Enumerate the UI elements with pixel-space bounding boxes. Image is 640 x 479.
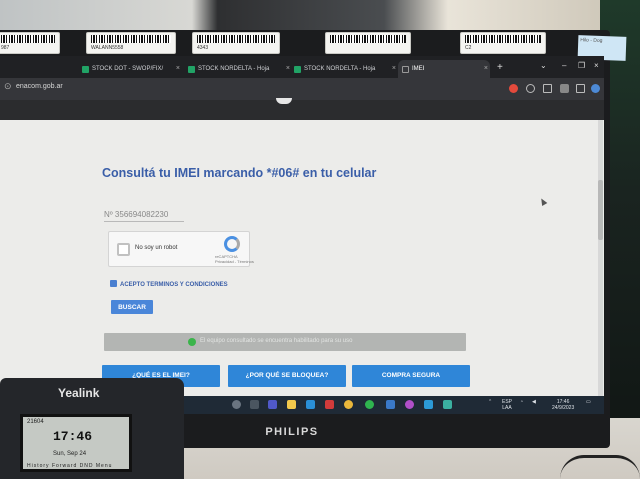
- barcode-sticker: 987: [0, 32, 60, 54]
- result-message: El equipo consultado se encuentra habili…: [200, 338, 353, 344]
- bookmark-icon[interactable]: [543, 84, 552, 93]
- imei-input[interactable]: [104, 208, 184, 222]
- mouse-cursor: [538, 196, 548, 207]
- tab-stock-nordelta-1[interactable]: STOCK NORDELTA - Hoja ×: [188, 60, 292, 78]
- browser-tab-strip: STOCK DOT - SWOP/FIX/ × STOCK NORDELTA -…: [0, 56, 604, 78]
- app-icon[interactable]: [424, 400, 433, 409]
- site-header: [0, 98, 604, 120]
- search-icon[interactable]: [232, 400, 241, 409]
- file-explorer-icon[interactable]: [287, 400, 296, 409]
- clock[interactable]: 17:46 24/9/2023: [552, 399, 574, 411]
- recaptcha-brand: reCAPTCHA Privacidad - Términos: [215, 254, 254, 264]
- close-icon[interactable]: ×: [484, 60, 488, 78]
- volume-icon[interactable]: ◀: [532, 399, 536, 405]
- recaptcha-checkbox[interactable]: [117, 243, 130, 256]
- task-view-icon[interactable]: [250, 400, 259, 409]
- barcode-sticker: 4343: [192, 32, 280, 54]
- barcode-sticker: [325, 32, 411, 54]
- outlook-icon[interactable]: [386, 400, 395, 409]
- desk-phone: Yealink 21604 17:46 Sun, Sep 24 History …: [0, 378, 184, 479]
- address-bar: ⊙ enacom.gob.ar: [0, 78, 604, 100]
- barcode-sticker: WALANN5558: [86, 32, 176, 54]
- chrome-icon[interactable]: [344, 400, 353, 409]
- close-window-icon[interactable]: ×: [594, 61, 599, 70]
- whatsapp-icon[interactable]: [365, 400, 374, 409]
- close-icon[interactable]: ×: [286, 60, 290, 78]
- google-icon[interactable]: [509, 84, 518, 93]
- phone-date: Sun, Sep 24: [53, 451, 87, 457]
- phone-time: 17:46: [53, 429, 93, 444]
- checkbox-checked-icon[interactable]: [110, 280, 117, 287]
- close-icon[interactable]: ×: [176, 60, 180, 78]
- minimize-icon[interactable]: –: [562, 61, 566, 70]
- monitor-screen: STOCK DOT - SWOP/FIX/ × STOCK NORDELTA -…: [0, 56, 604, 414]
- edge-icon[interactable]: [306, 400, 315, 409]
- recaptcha-icon: [224, 236, 240, 252]
- profile-icon[interactable]: [591, 84, 600, 93]
- terms-label: ACEPTO TERMINOS Y CONDICIONES: [120, 282, 228, 288]
- check-circle-icon: [188, 338, 196, 346]
- tab-imei[interactable]: IMEI ×: [398, 60, 490, 78]
- app-icon[interactable]: [325, 400, 334, 409]
- recaptcha-label: No soy un robot: [135, 245, 178, 251]
- sheets-icon: [294, 66, 301, 73]
- page-icon: [402, 66, 409, 73]
- search-button[interactable]: BUSCAR: [111, 300, 153, 314]
- terms-checkbox[interactable]: ACEPTO TERMINOS Y CONDICIONES: [110, 280, 228, 288]
- tab-stock-nordelta-2[interactable]: STOCK NORDELTA - Hoja ×: [294, 60, 398, 78]
- monitor-brand-logo: PHILIPS: [265, 426, 319, 438]
- notifications-icon[interactable]: ▭: [586, 399, 591, 405]
- teams-icon[interactable]: [268, 400, 277, 409]
- recaptcha-widget: No soy un robot reCAPTCHA Privacidad - Té…: [108, 231, 254, 267]
- safe-purchase-button[interactable]: COMPRA SEGURA: [352, 365, 470, 387]
- app-icon[interactable]: [405, 400, 414, 409]
- phone-softkeys: History Forward DND Menu: [27, 463, 113, 469]
- tab-stock-dot[interactable]: STOCK DOT - SWOP/FIX/ ×: [82, 60, 182, 78]
- page-title: Consultá tu IMEI marcando *#06# en tu ce…: [102, 166, 377, 180]
- new-tab-button[interactable]: +: [497, 62, 503, 73]
- phone-display: 21604 17:46 Sun, Sep 24 History Forward …: [20, 414, 132, 472]
- extensions-icon[interactable]: [560, 84, 569, 93]
- header-logo: [276, 98, 292, 104]
- close-icon[interactable]: ×: [392, 60, 396, 78]
- restore-icon[interactable]: ❐: [578, 61, 585, 70]
- web-page: Consultá tu IMEI marcando *#06# en tu ce…: [0, 98, 604, 396]
- why-blocked-button[interactable]: ¿POR QUÉ SE BLOQUEA?: [228, 365, 346, 387]
- phone-extension: 21604: [27, 419, 44, 425]
- phone-brand-logo: Yealink: [58, 386, 100, 400]
- lock-icon[interactable]: ⊙: [4, 81, 12, 92]
- network-icon[interactable]: ◔: [520, 399, 523, 405]
- result-banner: El equipo consultado se encuentra habili…: [104, 333, 466, 351]
- url-field[interactable]: enacom.gob.ar: [16, 83, 63, 90]
- cable: [560, 455, 640, 479]
- language-indicator[interactable]: ESP LAA: [502, 399, 512, 411]
- barcode-sticker: C2: [460, 32, 546, 54]
- sheets-icon: [188, 66, 195, 73]
- scrollbar-thumb[interactable]: [598, 180, 603, 240]
- share-icon[interactable]: [526, 84, 535, 93]
- sidebar-icon[interactable]: [576, 84, 585, 93]
- sheets-icon: [82, 66, 89, 73]
- page-scrollbar[interactable]: [598, 120, 603, 396]
- app-icon[interactable]: [443, 400, 452, 409]
- tray-chevron-icon[interactable]: ⌃: [488, 399, 492, 405]
- tab-search-icon[interactable]: ⌄: [540, 61, 547, 70]
